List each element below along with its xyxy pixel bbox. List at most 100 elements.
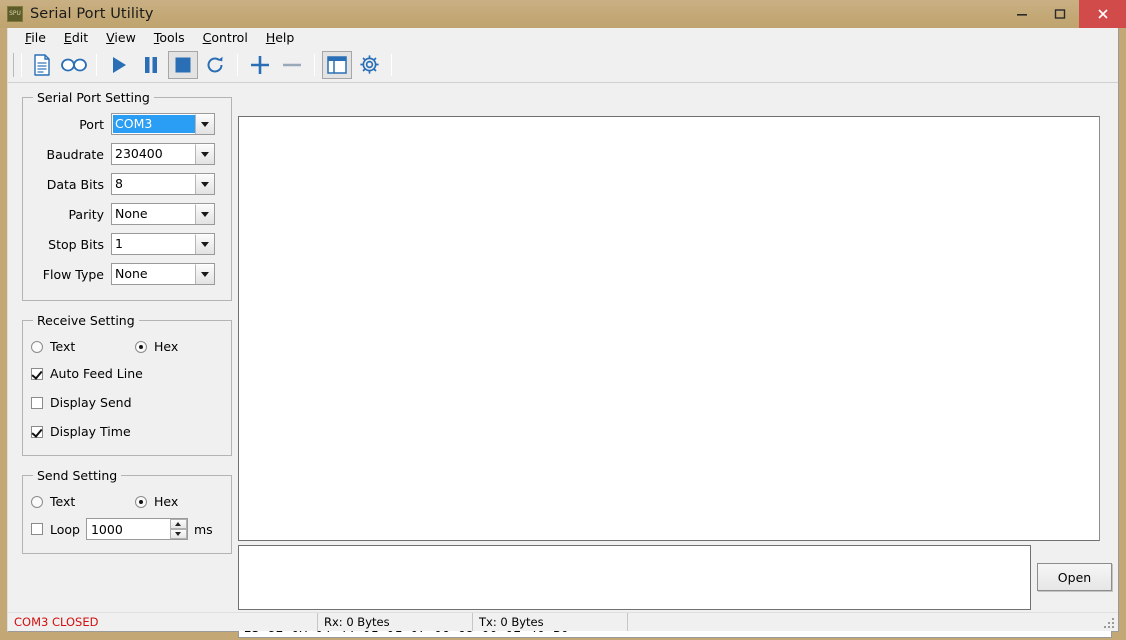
chevron-down-icon[interactable] (195, 234, 214, 254)
chevron-down-icon[interactable] (195, 174, 214, 194)
receive-hex-label: Hex (154, 339, 178, 354)
window-controls (1003, 0, 1126, 28)
tx-bytes-status: Tx: 0 Bytes (473, 613, 628, 631)
field-flow-type: Flow Type None (31, 261, 223, 287)
checkbox-checked-icon (31, 426, 43, 438)
receive-text-label: Text (50, 339, 75, 354)
field-port: Port COM3 (31, 111, 223, 137)
receive-hex-radio[interactable]: Hex (135, 339, 178, 354)
port-combobox[interactable]: COM3 (111, 113, 215, 135)
chevron-down-icon[interactable] (195, 204, 214, 224)
field-parity: Parity None (31, 201, 223, 227)
port-label: Port (31, 117, 111, 132)
client-area: File Edit View Tools Control Help (7, 28, 1119, 632)
new-document-icon[interactable] (27, 51, 57, 79)
send-input-box[interactable] (238, 545, 1031, 610)
display-send-label: Display Send (50, 395, 132, 410)
toolbar-separator (391, 54, 392, 76)
status-bar: COM3 CLOSED Rx: 0 Bytes Tx: 0 Bytes (8, 612, 1118, 631)
spu-app-icon: SPU (7, 6, 23, 22)
auto-feed-line-row: Auto Feed Line (31, 359, 223, 388)
parity-label: Parity (31, 207, 111, 222)
application-window: SPU Serial Port Utility File Edit View T… (0, 0, 1126, 640)
chevron-down-icon[interactable] (195, 144, 214, 164)
send-hex-radio[interactable]: Hex (135, 494, 178, 509)
display-time-row: Display Time (31, 417, 223, 446)
display-send-checkbox[interactable]: Display Send (31, 395, 132, 410)
baudrate-value: 230400 (112, 144, 195, 164)
data-bits-label: Data Bits (31, 177, 111, 192)
toolbar (8, 47, 1118, 83)
radio-checked-icon (135, 496, 147, 508)
display-send-row: Display Send (31, 388, 223, 417)
gear-icon[interactable] (354, 51, 384, 79)
maximize-icon[interactable] (1041, 0, 1079, 28)
parity-combobox[interactable]: None (111, 203, 215, 225)
stepper-down-icon[interactable] (170, 529, 187, 539)
checkbox-unchecked-icon (31, 397, 43, 409)
send-text-label: Text (50, 494, 75, 509)
menu-item-file[interactable]: File (16, 29, 55, 46)
pause-icon[interactable] (136, 51, 166, 79)
window-title: Serial Port Utility (30, 6, 154, 22)
close-icon[interactable] (1079, 0, 1126, 28)
field-stop-bits: Stop Bits 1 (31, 231, 223, 257)
chevron-down-icon[interactable] (195, 264, 214, 284)
record-icon[interactable] (59, 51, 89, 79)
connection-status: COM3 CLOSED (8, 613, 318, 631)
rx-bytes-status: Rx: 0 Bytes (318, 613, 473, 631)
display-time-label: Display Time (50, 424, 131, 439)
settings-column: Serial Port Setting Port COM3 Baudrate 2… (22, 90, 232, 566)
loop-interval-stepper[interactable]: 1000 (86, 518, 188, 540)
data-bits-value: 8 (112, 174, 195, 194)
baudrate-label: Baudrate (31, 147, 111, 162)
open-button[interactable]: Open (1037, 563, 1112, 591)
refresh-icon[interactable] (200, 51, 230, 79)
status-extra (628, 613, 1118, 631)
flow-type-combobox[interactable]: None (111, 263, 215, 285)
receive-text-radio[interactable]: Text (31, 339, 135, 354)
baudrate-combobox[interactable]: 230400 (111, 143, 215, 165)
stop-bits-value: 1 (112, 234, 195, 254)
radio-unchecked-icon (31, 341, 43, 353)
chevron-down-icon[interactable] (195, 114, 214, 134)
menu-item-control[interactable]: Control (194, 29, 257, 46)
toolbar-grip[interactable] (13, 53, 22, 77)
auto-feed-line-checkbox[interactable]: Auto Feed Line (31, 366, 143, 381)
menu-item-tools[interactable]: Tools (145, 29, 194, 46)
panel-layout-icon[interactable] (322, 51, 352, 79)
serial-port-setting-legend: Serial Port Setting (33, 90, 154, 105)
stop-bits-combobox[interactable]: 1 (111, 233, 215, 255)
menu-item-help[interactable]: Help (257, 29, 304, 46)
loop-interval-value: 1000 (87, 522, 170, 537)
data-bits-combobox[interactable]: 8 (111, 173, 215, 195)
minimize-icon[interactable] (1003, 0, 1041, 28)
send-format-row: Text Hex (31, 489, 223, 514)
stepper-up-icon[interactable] (170, 519, 187, 529)
resize-grip[interactable] (1102, 616, 1116, 630)
toolbar-separator (314, 54, 315, 76)
menu-item-view[interactable]: View (97, 29, 145, 46)
receive-format-row: Text Hex (31, 334, 223, 359)
loop-row: Loop 1000 ms (31, 514, 223, 544)
checkbox-unchecked-icon (31, 523, 43, 535)
toolbar-separator (96, 54, 97, 76)
flow-type-value: None (112, 264, 195, 284)
plus-icon[interactable] (245, 51, 275, 79)
minus-icon[interactable] (277, 51, 307, 79)
send-setting-group: Send Setting Text Hex Loop (22, 468, 232, 554)
radio-checked-icon (135, 341, 147, 353)
display-time-checkbox[interactable]: Display Time (31, 424, 131, 439)
port-value: COM3 (113, 115, 195, 133)
stop-icon[interactable] (168, 51, 198, 79)
loop-label: Loop (50, 522, 80, 537)
loop-checkbox[interactable]: Loop (31, 522, 80, 537)
serial-port-setting-group: Serial Port Setting Port COM3 Baudrate 2… (22, 90, 232, 301)
receive-display[interactable] (238, 116, 1100, 541)
stop-bits-label: Stop Bits (31, 237, 111, 252)
menu-item-edit[interactable]: Edit (55, 29, 97, 46)
title-bar[interactable]: SPU Serial Port Utility (0, 0, 1126, 28)
play-icon[interactable] (104, 51, 134, 79)
send-text-radio[interactable]: Text (31, 494, 135, 509)
radio-unchecked-icon (31, 496, 43, 508)
